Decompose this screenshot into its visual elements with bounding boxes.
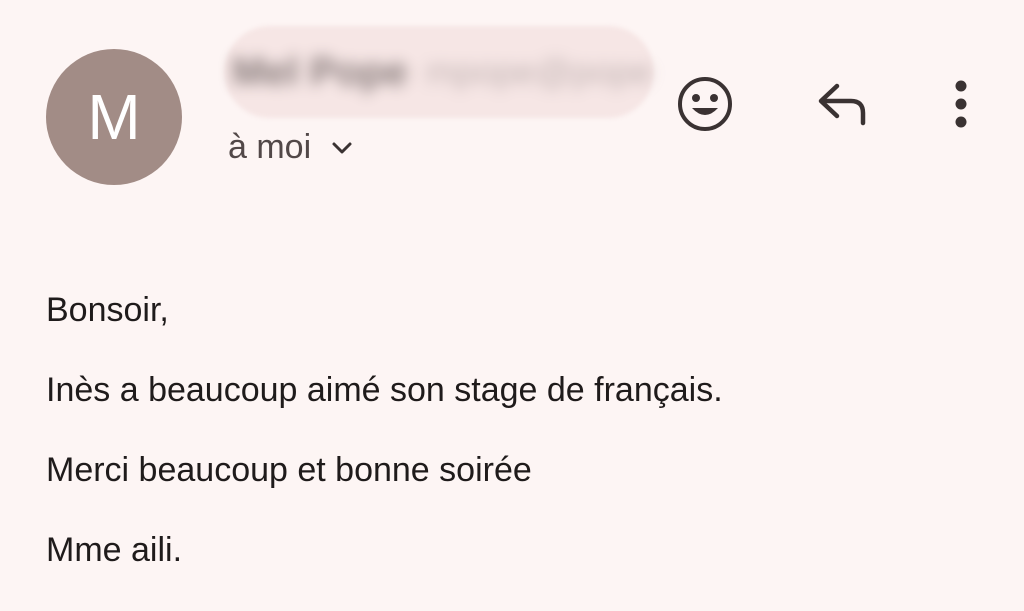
avatar[interactable]: M [46, 49, 182, 185]
body-line: Bonsoir, [46, 291, 169, 329]
recipient-details-toggle[interactable]: à moi [228, 128, 353, 167]
avatar-initial: M [87, 81, 141, 153]
add-reaction-button[interactable] [665, 66, 745, 146]
reply-arrow-icon [815, 82, 871, 131]
body-line: Merci beaucoup et bonne soirée [46, 451, 532, 489]
sender-name: Mel Pope [232, 49, 408, 94]
more-options-button[interactable] [921, 66, 1001, 146]
message-body: Bonsoir, Inès a beaucoup aimé son stage … [46, 290, 986, 570]
smiley-reaction-icon [675, 74, 735, 139]
sender-email: mpope@pope [425, 51, 653, 92]
recipient-label: à moi [228, 128, 312, 166]
email-message-view: M Mel Pope mpope@pope à moi Bonsoir, Inè… [0, 0, 1024, 611]
body-line: Mme aili. [46, 531, 183, 569]
chevron-down-icon [331, 137, 353, 159]
more-vertical-icon [954, 79, 968, 134]
sender-name-redacted[interactable]: Mel Pope mpope@pope [224, 26, 654, 118]
reply-button[interactable] [803, 66, 883, 146]
body-line: Inès a beaucoup aimé son stage de frança… [46, 371, 723, 409]
